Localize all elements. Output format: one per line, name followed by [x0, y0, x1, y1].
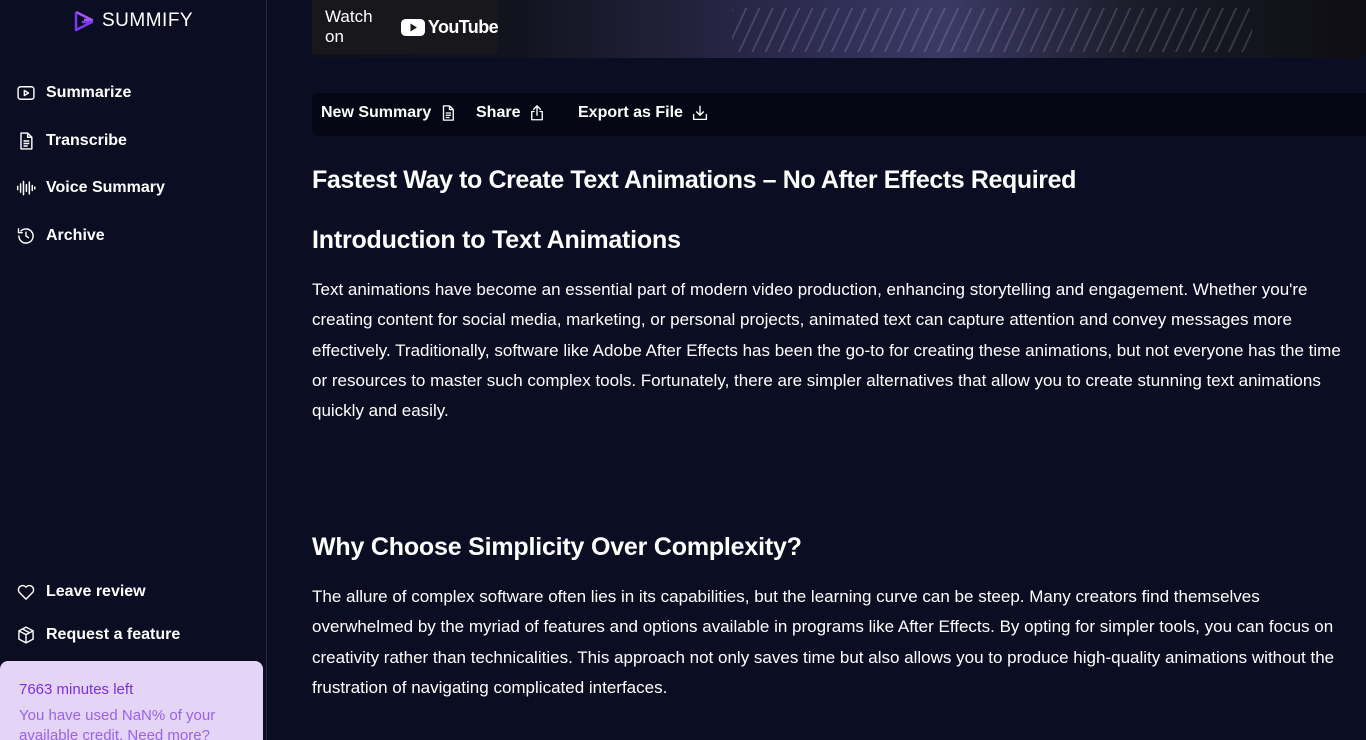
minutes-left: 7663 minutes left [19, 681, 134, 698]
document-icon [20, 132, 33, 150]
heart-icon [17, 584, 35, 600]
watch-on-label: Watch on [325, 7, 373, 46]
nav-label: Summarize [46, 84, 132, 101]
main-content: Watch on YouTube New Summary Share Expor… [268, 0, 1366, 740]
section-heading: Introduction to Text Animations [312, 226, 681, 254]
youtube-logo: YouTube [400, 16, 499, 38]
nav-item-transcribe[interactable]: Transcribe [16, 126, 127, 156]
new-summary-label: New Summary [321, 104, 432, 121]
summary-title: Fastest Way to Create Text Animations – … [312, 166, 1076, 194]
share-button[interactable]: Share [476, 104, 546, 122]
watch-on-youtube-button[interactable]: Watch on YouTube [312, 0, 499, 54]
section-body: Text animations have become an essential… [312, 280, 1341, 421]
nav-item-voice-summary[interactable]: Voice Summary [16, 173, 165, 203]
nav-item-archive[interactable]: Archive [16, 221, 105, 251]
waveform-icon [16, 180, 36, 196]
share-label: Share [476, 104, 521, 121]
request-feature-link[interactable]: Request a feature [16, 620, 180, 650]
credit-panel: 7663 minutes left You have used NaN% of … [0, 661, 263, 740]
download-icon [692, 105, 707, 121]
nav-item-summarize[interactable]: Summarize [16, 78, 131, 108]
export-label: Export as File [578, 104, 683, 121]
app-logo[interactable]: SUMMIFY [72, 8, 193, 34]
section-body: The allure of complex software often lie… [312, 587, 1335, 697]
credit-usage-text[interactable]: You have used NaN% of your available cre… [19, 706, 244, 740]
video-embed[interactable]: Watch on YouTube [312, 0, 1366, 58]
history-icon [17, 228, 34, 244]
summary-toolbar: New Summary Share Export as File [312, 93, 1366, 136]
new-summary-button[interactable]: New Summary [321, 104, 457, 122]
sidebar: SUMMIFY Summarize Transcribe Voice Summa… [0, 0, 267, 740]
video-thumbnail [732, 8, 1252, 52]
document-icon [443, 105, 455, 121]
nav-label: Voice Summary [46, 179, 165, 196]
package-icon [18, 626, 34, 644]
nav-label: Archive [46, 227, 105, 244]
nav-label: Request a feature [46, 626, 181, 643]
youtube-wordmark: YouTube [427, 16, 499, 37]
youtube-play-icon [400, 18, 425, 36]
export-file-button[interactable]: Export as File [578, 104, 709, 122]
video-play-icon [17, 86, 35, 100]
leave-review-link[interactable]: Leave review [16, 577, 146, 607]
nav-label: Transcribe [46, 132, 127, 149]
summify-logo-icon [74, 10, 94, 32]
share-icon [531, 105, 544, 121]
app-name: SUMMIFY [102, 10, 194, 31]
nav-label: Leave review [46, 583, 146, 600]
section-heading: Why Choose Simplicity Over Complexity? [312, 533, 802, 561]
